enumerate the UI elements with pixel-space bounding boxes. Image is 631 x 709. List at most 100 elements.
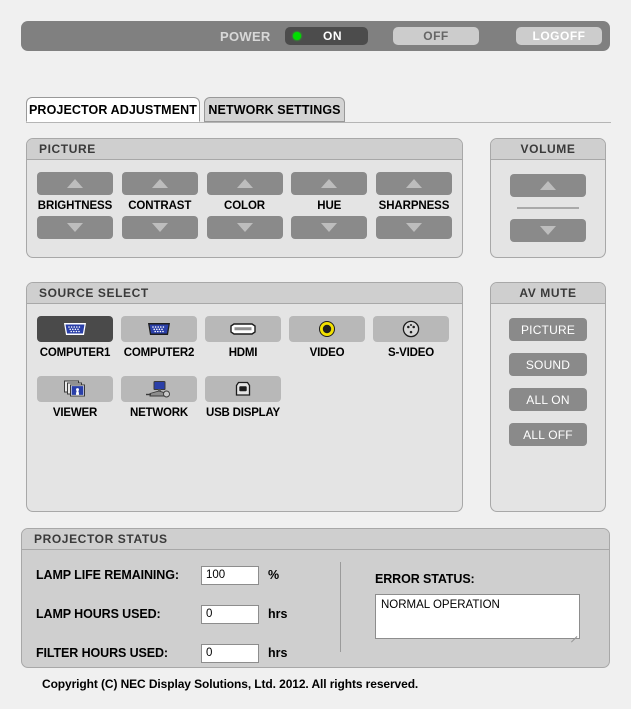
source-label-usb-display: USB DISPLAY bbox=[205, 407, 281, 419]
contrast-down-button[interactable] bbox=[121, 216, 198, 239]
av-mute-buttons: PICTURE SOUND ALL ON ALL OFF bbox=[491, 304, 605, 458]
source-button-hdmi[interactable] bbox=[205, 316, 281, 342]
power-off-button[interactable]: OFF bbox=[393, 27, 479, 45]
tab-underline bbox=[26, 122, 611, 123]
source-row-2: VIEWER NETWORK USB DISPLAY bbox=[37, 376, 462, 419]
arrow-down-icon bbox=[406, 223, 422, 232]
brightness-up-button[interactable] bbox=[37, 172, 113, 195]
source-label-viewer: VIEWER bbox=[52, 407, 98, 419]
source-item-computer1: COMPUTER1 bbox=[37, 316, 113, 359]
projector-status-fields: LAMP LIFE REMAINING: 100 % LAMP HOURS US… bbox=[36, 564, 287, 681]
lamp-hours-unit: hrs bbox=[268, 607, 288, 621]
av-mute-all-off-button[interactable]: ALL OFF bbox=[509, 423, 587, 446]
projector-status-panel-title: PROJECTOR STATUS bbox=[22, 529, 609, 550]
arrow-up-icon bbox=[236, 179, 253, 188]
brightness-down-button[interactable] bbox=[37, 216, 113, 239]
source-button-viewer[interactable] bbox=[37, 376, 113, 402]
source-label-computer2: COMPUTER2 bbox=[123, 347, 195, 359]
status-row-filter-hours: FILTER HOURS USED: 0 hrs bbox=[36, 642, 287, 664]
brightness-label: BRIGHTNESS bbox=[37, 200, 113, 212]
source-item-usb-display: USB DISPLAY bbox=[205, 376, 281, 419]
arrow-up-icon bbox=[151, 179, 168, 188]
power-on-button[interactable]: ON bbox=[285, 27, 368, 45]
contrast-label: CONTRAST bbox=[128, 200, 192, 212]
picture-panel-title: PICTURE bbox=[27, 139, 462, 160]
contrast-up-button[interactable] bbox=[121, 172, 198, 195]
av-mute-panel: AV MUTE PICTURE SOUND ALL ON ALL OFF bbox=[490, 282, 606, 512]
picture-panel: PICTURE BRIGHTNESS CONTRAST COLOR HUE SH… bbox=[26, 138, 463, 258]
lamp-life-value[interactable]: 100 bbox=[201, 565, 259, 585]
source-item-hdmi: HDMI bbox=[205, 316, 281, 359]
source-label-video: VIDEO bbox=[309, 347, 345, 359]
hue-down-button[interactable] bbox=[291, 216, 368, 239]
source-item-computer2: COMPUTER2 bbox=[121, 316, 197, 359]
network-monitor-icon bbox=[146, 381, 170, 398]
error-status-label: ERROR STATUS: bbox=[375, 572, 475, 586]
arrow-down-icon bbox=[67, 223, 83, 232]
picture-control-color: COLOR bbox=[206, 172, 283, 239]
volume-panel: VOLUME bbox=[490, 138, 606, 258]
filter-hours-value[interactable]: 0 bbox=[201, 643, 259, 663]
tab-projector-adjustment[interactable]: PROJECTOR ADJUSTMENT bbox=[26, 97, 200, 122]
color-up-button[interactable] bbox=[206, 172, 283, 195]
sharpness-up-button[interactable] bbox=[376, 172, 452, 195]
filter-hours-label: FILTER HOURS USED: bbox=[36, 646, 168, 660]
arrow-down-icon bbox=[236, 223, 253, 232]
source-item-video: VIDEO bbox=[289, 316, 365, 359]
color-down-button[interactable] bbox=[206, 216, 283, 239]
hue-up-button[interactable] bbox=[291, 172, 368, 195]
power-bar: POWER ON OFF LOGOFF bbox=[21, 21, 610, 51]
av-mute-picture-button[interactable]: PICTURE bbox=[509, 318, 587, 341]
source-button-network[interactable] bbox=[121, 376, 197, 402]
volume-divider bbox=[517, 207, 579, 209]
source-item-viewer: VIEWER bbox=[37, 376, 113, 419]
source-select-grid: COMPUTER1 COMPUTER2 HDMI VIDEO S-VIDEO V… bbox=[27, 304, 462, 419]
resize-grip-icon[interactable] bbox=[568, 628, 578, 643]
picture-control-sharpness: SHARPNESS bbox=[376, 172, 452, 239]
photos-stack-icon bbox=[64, 380, 85, 397]
tab-network-settings[interactable]: NETWORK SETTINGS bbox=[204, 97, 345, 122]
picture-control-contrast: CONTRAST bbox=[121, 172, 198, 239]
source-label-computer1: COMPUTER1 bbox=[39, 347, 111, 359]
projector-status-body: LAMP LIFE REMAINING: 100 % LAMP HOURS US… bbox=[22, 550, 609, 667]
source-button-usb-display[interactable] bbox=[205, 376, 281, 402]
arrow-up-icon bbox=[67, 179, 83, 188]
arrow-down-icon bbox=[321, 223, 338, 232]
hue-label: HUE bbox=[317, 200, 342, 212]
power-on-label: ON bbox=[323, 29, 342, 43]
color-label: COLOR bbox=[223, 200, 266, 212]
picture-control-brightness: BRIGHTNESS bbox=[37, 172, 113, 239]
volume-up-button[interactable] bbox=[510, 174, 586, 197]
source-item-network: NETWORK bbox=[121, 376, 197, 419]
rca-composite-icon bbox=[319, 321, 335, 337]
arrow-down-icon bbox=[151, 223, 168, 232]
vga-connector-icon bbox=[148, 323, 170, 335]
source-button-computer1[interactable] bbox=[37, 316, 113, 342]
projector-status-panel: PROJECTOR STATUS LAMP LIFE REMAINING: 10… bbox=[21, 528, 610, 668]
source-row-1: COMPUTER1 COMPUTER2 HDMI VIDEO S-VIDEO bbox=[37, 316, 462, 359]
source-label-s-video: S-VIDEO bbox=[388, 347, 434, 359]
arrow-up-icon bbox=[406, 179, 422, 188]
source-button-computer2[interactable] bbox=[121, 316, 197, 342]
error-status-group: ERROR STATUS: NORMAL OPERATION bbox=[375, 572, 580, 643]
av-mute-all-on-button[interactable]: ALL ON bbox=[509, 388, 587, 411]
source-button-video[interactable] bbox=[289, 316, 365, 342]
lamp-hours-value[interactable]: 0 bbox=[201, 604, 259, 624]
arrow-down-icon bbox=[540, 226, 556, 235]
volume-down-button[interactable] bbox=[510, 219, 586, 242]
lamp-life-unit: % bbox=[268, 568, 280, 582]
status-row-lamp-life: LAMP LIFE REMAINING: 100 % bbox=[36, 564, 287, 586]
usb-port-icon bbox=[235, 381, 251, 396]
logoff-button[interactable]: LOGOFF bbox=[516, 27, 602, 45]
av-mute-panel-title: AV MUTE bbox=[491, 283, 605, 304]
arrow-up-icon bbox=[540, 181, 556, 190]
source-select-panel-title: SOURCE SELECT bbox=[27, 283, 462, 304]
error-status-text: NORMAL OPERATION bbox=[381, 599, 500, 611]
sharpness-down-button[interactable] bbox=[376, 216, 452, 239]
error-status-textarea[interactable]: NORMAL OPERATION bbox=[375, 594, 580, 643]
av-mute-sound-button[interactable]: SOUND bbox=[509, 353, 587, 376]
source-button-s-video[interactable] bbox=[373, 316, 449, 342]
power-led-icon bbox=[293, 32, 301, 40]
source-label-hdmi: HDMI bbox=[228, 347, 258, 359]
copyright-text: Copyright (C) NEC Display Solutions, Ltd… bbox=[42, 677, 419, 691]
